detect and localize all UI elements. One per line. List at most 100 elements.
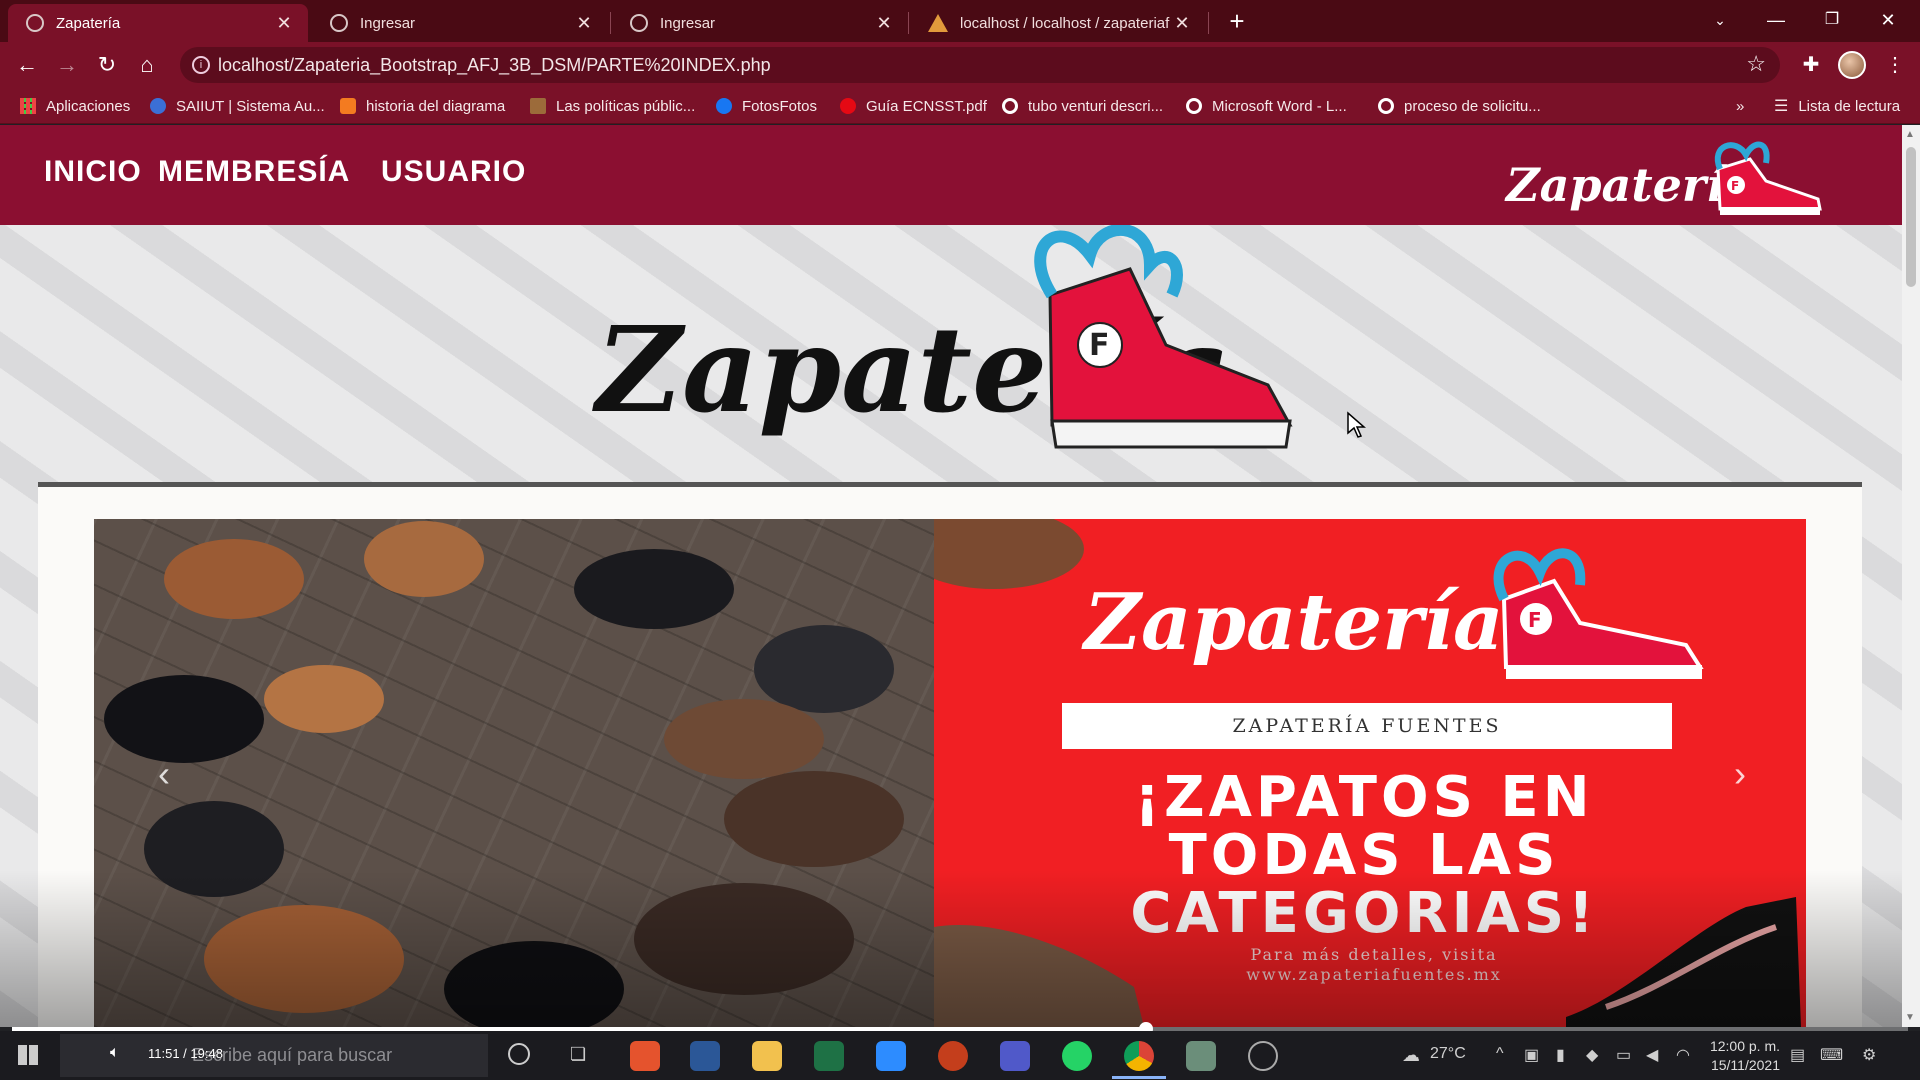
zoom-icon[interactable] <box>876 1041 906 1071</box>
microphone-icon[interactable]: ▮ <box>1556 1045 1565 1065</box>
bookmark-word[interactable]: Microsoft Word - L... <box>1186 94 1347 118</box>
dropbox-icon[interactable]: ◆ <box>1586 1045 1598 1065</box>
speaker-icon[interactable]: ◀︎ <box>1646 1045 1658 1065</box>
document-icon <box>530 98 546 114</box>
tab-phpmyadmin[interactable]: localhost / localhost / zapateriaf ✕ <box>910 4 1206 42</box>
back-button[interactable]: ← <box>12 50 42 80</box>
bookmark-label: FotosFotos <box>742 97 818 115</box>
active-app-indicator <box>1112 1076 1166 1079</box>
pdf-icon <box>840 98 856 114</box>
tray-chevron-icon[interactable]: ^ <box>1496 1045 1504 1063</box>
bookmark-label: Guía ECNSST.pdf <box>866 97 987 115</box>
scroll-down-icon[interactable]: ▼ <box>1905 1012 1915 1023</box>
carousel-next-button[interactable]: › <box>1720 749 1760 799</box>
profile-avatar[interactable] <box>1838 51 1866 79</box>
keyboard-icon[interactable]: ⌨ <box>1820 1045 1843 1065</box>
close-tab-icon[interactable]: ✕ <box>574 13 594 34</box>
bookmark-fotos[interactable]: FotosFotos <box>716 94 817 118</box>
bookmark-label: Aplicaciones <box>46 97 131 115</box>
bookmark-label: SAIIUT | Sistema Au... <box>176 97 325 115</box>
address-bar[interactable]: i localhost/Zapateria_Bootstrap_AFJ_3B_D… <box>180 47 1780 83</box>
reload-button[interactable]: ↻ <box>92 50 122 80</box>
volume-icon[interactable]: 🔈︎ <box>110 1044 120 1062</box>
cortana-icon[interactable] <box>508 1043 530 1065</box>
mouse-cursor-icon <box>1347 411 1366 438</box>
blogger-icon <box>340 98 356 114</box>
notepad-icon[interactable] <box>1186 1041 1216 1071</box>
close-tab-icon[interactable]: ✕ <box>274 13 294 34</box>
video-time-readout: 11:51 / 19:48 <box>148 1046 223 1061</box>
tab-zapateria[interactable]: Zapatería ✕ <box>8 4 308 42</box>
navbar-logo[interactable]: Zapatería F <box>1500 135 1830 221</box>
restore-button[interactable]: ❐ <box>1804 0 1860 42</box>
extensions-icon[interactable]: ✚ <box>1796 50 1826 80</box>
powerpoint-icon[interactable] <box>938 1041 968 1071</box>
bookmark-label: Microsoft Word - L... <box>1212 97 1347 115</box>
web-page: INICIO MEMBRESÍA USUARIO Zapatería F Zap… <box>0 125 1902 1027</box>
word-icon[interactable] <box>690 1041 720 1071</box>
screen: Zapatería ✕ Ingresar ✕ Ingresar ✕ localh… <box>0 0 1920 1080</box>
bookmark-star-icon[interactable]: ☆ <box>1746 51 1766 77</box>
bookmark-apps[interactable]: Aplicaciones <box>20 94 130 118</box>
notifications-icon[interactable]: ▤ <box>1790 1045 1805 1065</box>
tab-ingresar-2[interactable]: Ingresar ✕ <box>612 4 908 42</box>
excel-icon[interactable] <box>814 1041 844 1071</box>
teams-icon[interactable] <box>1000 1041 1030 1071</box>
whatsapp-icon[interactable] <box>1062 1041 1092 1071</box>
reading-list-icon: ☰ <box>1774 98 1789 115</box>
brown-shoe-image <box>934 925 1144 1027</box>
settings-gear-icon[interactable]: ⚙ <box>1862 1045 1876 1065</box>
tab-title: localhost / localhost / zapateriaf <box>960 14 1170 32</box>
scrollbar-thumb[interactable] <box>1906 147 1916 287</box>
reading-list-label: Lista de lectura <box>1798 97 1901 115</box>
phpmyadmin-icon <box>928 14 948 32</box>
page-scrollbar[interactable]: ▲ ▼ <box>1902 125 1920 1027</box>
reading-list-button[interactable]: ☰ Lista de lectura <box>1774 94 1900 118</box>
hero-header: Zapatería F <box>0 225 1902 487</box>
new-tab-button[interactable]: + <box>1222 6 1252 36</box>
close-window-button[interactable]: ✕ <box>1860 0 1916 42</box>
brave-icon[interactable] <box>630 1041 660 1071</box>
google-icon <box>1002 98 1018 114</box>
bookmark-tubo[interactable]: tubo venturi descri... <box>1002 94 1163 118</box>
obs-icon[interactable] <box>1248 1041 1278 1071</box>
close-tab-icon[interactable]: ✕ <box>1172 13 1192 34</box>
bookmark-proceso[interactable]: proceso de solicitu... <box>1378 94 1541 118</box>
camera-icon[interactable]: ▣ <box>1524 1045 1539 1065</box>
tab-search-icon[interactable]: ⌄ <box>1692 0 1748 42</box>
windows-start-icon[interactable] <box>18 1045 38 1065</box>
tab-ingresar-1[interactable]: Ingresar ✕ <box>312 4 608 42</box>
minimize-button[interactable]: — <box>1748 0 1804 42</box>
nav-usuario[interactable]: USUARIO <box>381 155 526 189</box>
scroll-up-icon[interactable]: ▲ <box>1905 129 1915 140</box>
chrome-icon[interactable] <box>1124 1041 1154 1071</box>
file-explorer-icon[interactable] <box>752 1041 782 1071</box>
menu-kebab-icon[interactable]: ⋮ <box>1880 50 1910 80</box>
bookmark-guia[interactable]: Guía ECNSST.pdf <box>840 94 987 118</box>
promo-carousel[interactable]: Zapatería F ZAPATERÍA FUENTES ¡ZAPATOS E… <box>94 519 1806 1027</box>
nav-inicio[interactable]: INICIO <box>44 155 142 189</box>
nav-membresia[interactable]: MEMBRESÍA <box>158 155 350 189</box>
forward-button[interactable]: → <box>52 50 82 80</box>
weather-temp[interactable]: 27°C <box>1430 1045 1466 1063</box>
task-view-icon[interactable]: ❏ <box>570 1044 586 1065</box>
wifi-icon[interactable]: ◠ <box>1676 1045 1690 1065</box>
bookmark-historia[interactable]: historia del diagrama <box>340 94 505 118</box>
bookmarks-overflow-button[interactable]: » <box>1736 94 1744 118</box>
bookmark-saiiut[interactable]: SAIIUT | Sistema Au... <box>150 94 325 118</box>
banner-logo: Zapatería F <box>934 519 1704 679</box>
browser-tab-strip: Zapatería ✕ Ingresar ✕ Ingresar ✕ localh… <box>0 0 1920 42</box>
close-tab-icon[interactable]: ✕ <box>874 13 894 34</box>
site-info-icon[interactable]: i <box>192 56 210 74</box>
bookmark-politicas[interactable]: Las políticas públic... <box>530 94 695 118</box>
clock-date: 15/11/2021 <box>1710 1057 1780 1073</box>
weather-cloud-icon[interactable]: ☁ <box>1402 1045 1420 1066</box>
carousel-prev-button[interactable]: ‹ <box>144 749 184 799</box>
banner-logo-text: Zapatería <box>1081 577 1503 668</box>
home-button[interactable]: ⌂ <box>132 50 162 80</box>
taskbar-search-box[interactable]: Escribe aquí para buscar <box>60 1034 488 1077</box>
taskbar-clock[interactable]: 12:00 p. m. 15/11/2021 <box>1700 1037 1780 1075</box>
battery-icon[interactable]: ▭ <box>1616 1045 1631 1065</box>
tab-separator <box>610 12 611 34</box>
apps-grid-icon <box>20 98 36 114</box>
